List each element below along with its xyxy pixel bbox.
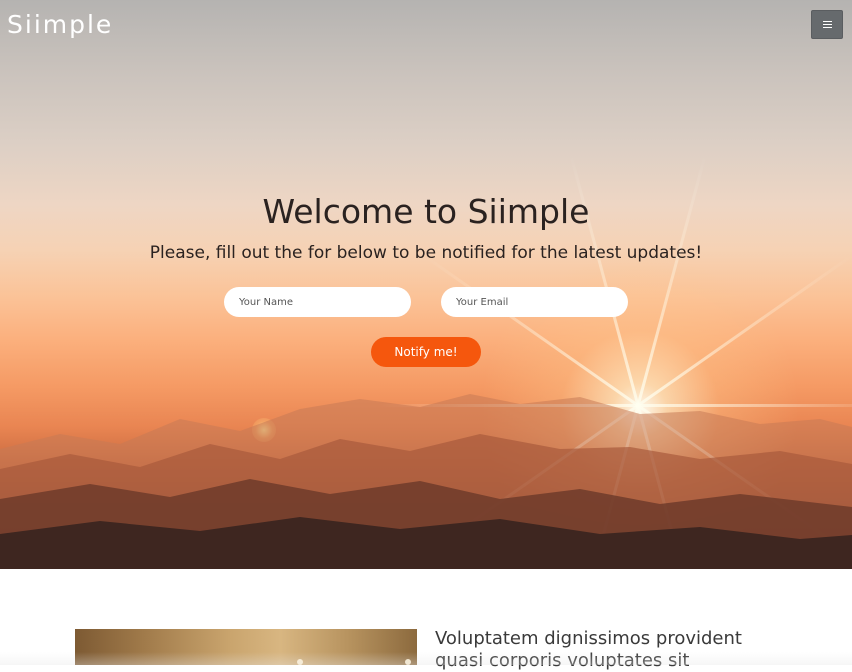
notify-button[interactable]: Notify me! bbox=[371, 337, 481, 367]
hero-section: Siimple Welcome to Siimple Please, fill … bbox=[0, 0, 852, 569]
name-input[interactable] bbox=[224, 287, 411, 317]
menu-button[interactable] bbox=[811, 10, 843, 39]
email-input[interactable] bbox=[441, 287, 628, 317]
image-light bbox=[405, 659, 411, 665]
hamburger-menu-icon bbox=[822, 21, 832, 28]
image-light bbox=[297, 659, 303, 665]
mountain-silhouette bbox=[0, 394, 852, 569]
content-image bbox=[75, 629, 417, 665]
hero-subtitle: Please, fill out the for below to be not… bbox=[149, 243, 703, 263]
hero-title: Welcome to Siimple bbox=[262, 192, 590, 231]
site-logo[interactable]: Siimple bbox=[7, 10, 113, 39]
content-heading: Voluptatem dignissimos provident quasi c… bbox=[435, 628, 742, 671]
